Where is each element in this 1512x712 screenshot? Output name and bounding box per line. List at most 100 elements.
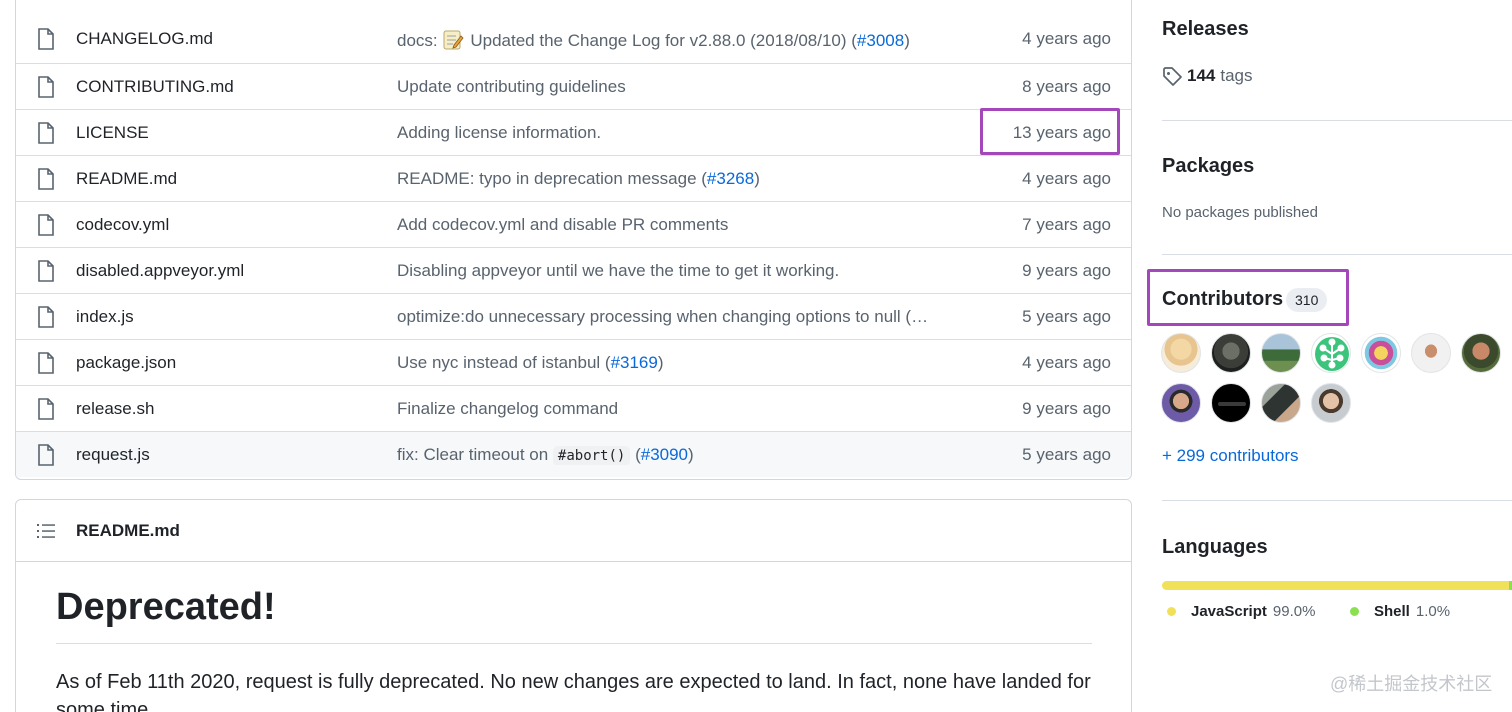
file-icon bbox=[38, 122, 54, 144]
table-row[interactable]: README.md README: typo in deprecation me… bbox=[16, 155, 1131, 201]
file-name[interactable]: codecov.yml bbox=[76, 215, 169, 235]
readme-heading: Deprecated! bbox=[56, 586, 276, 628]
avatar[interactable] bbox=[1211, 383, 1251, 423]
table-row[interactable]: release.sh Finalize changelog command 9 … bbox=[16, 385, 1131, 431]
contributors-title[interactable]: Contributors bbox=[1162, 288, 1283, 311]
network-logo-icon bbox=[1315, 337, 1349, 371]
language-item-shell[interactable]: Shell 1.0% bbox=[1350, 603, 1450, 620]
language-name: Shell bbox=[1374, 603, 1410, 620]
commit-message[interactable]: Disabling appveyor until we have the tim… bbox=[397, 261, 972, 281]
commit-message[interactable]: Adding license information. bbox=[397, 123, 972, 143]
file-name[interactable]: disabled.appveyor.yml bbox=[76, 261, 244, 281]
table-row[interactable]: codecov.yml Add codecov.yml and disable … bbox=[16, 201, 1131, 247]
commit-time: 4 years ago bbox=[1022, 29, 1111, 48]
table-row[interactable]: package.json Use nyc instead of istanbul… bbox=[16, 339, 1131, 385]
language-percent: 99.0% bbox=[1272, 603, 1316, 620]
file-name[interactable]: release.sh bbox=[76, 399, 154, 419]
pr-link[interactable]: #3169 bbox=[611, 353, 658, 372]
avatar[interactable] bbox=[1161, 383, 1201, 423]
readme-panel: README.md Deprecated! As of Feb 11th 202… bbox=[15, 499, 1132, 712]
language-bar bbox=[1162, 581, 1512, 590]
avatar[interactable] bbox=[1211, 333, 1251, 373]
commit-message[interactable]: README: typo in deprecation message (#32… bbox=[397, 169, 972, 189]
readme-title[interactable]: README.md bbox=[76, 521, 180, 541]
file-icon bbox=[38, 352, 54, 374]
commit-time: 9 years ago bbox=[1022, 398, 1111, 418]
language-item-javascript[interactable]: JavaScript 99.0% bbox=[1167, 603, 1315, 620]
more-contributors-link[interactable]: + 299 contributors bbox=[1162, 446, 1299, 466]
file-icon bbox=[38, 398, 54, 420]
commit-message[interactable]: fix: Clear timeout on #abort() (#3090) bbox=[397, 445, 972, 465]
languages-title: Languages bbox=[1162, 536, 1268, 558]
commit-message[interactable]: optimize:do unnecessary processing when … bbox=[397, 307, 972, 327]
language-bar-segment bbox=[1508, 581, 1512, 590]
language-bar-segment bbox=[1162, 581, 1509, 590]
packages-empty-text: No packages published bbox=[1162, 204, 1318, 221]
avatar[interactable] bbox=[1361, 333, 1401, 373]
avatar[interactable] bbox=[1411, 333, 1451, 373]
pr-link[interactable]: #3008 bbox=[857, 31, 904, 50]
table-row[interactable]: LICENSE Adding license information. 13 y… bbox=[16, 109, 1131, 155]
tags-link[interactable]: 144 tags bbox=[1162, 66, 1253, 86]
file-icon bbox=[38, 168, 54, 190]
tags-label: tags bbox=[1220, 66, 1253, 85]
commit-time: 4 years ago bbox=[1022, 352, 1111, 372]
tag-icon bbox=[1163, 67, 1182, 86]
releases-title[interactable]: Releases bbox=[1162, 18, 1249, 41]
avatar[interactable] bbox=[1261, 333, 1301, 373]
commit-message[interactable]: docs: Updated the Change Log for v2.88.0… bbox=[397, 28, 972, 51]
codex-logo-icon bbox=[1218, 402, 1246, 406]
file-icon bbox=[38, 214, 54, 236]
file-name[interactable]: CONTRIBUTING.md bbox=[76, 77, 234, 97]
commit-message[interactable]: Finalize changelog command bbox=[397, 399, 972, 419]
list-icon[interactable] bbox=[37, 523, 55, 539]
commit-message[interactable]: Use nyc instead of istanbul (#3169) bbox=[397, 353, 972, 373]
avatar[interactable] bbox=[1461, 333, 1501, 373]
commit-time: 9 years ago bbox=[1022, 260, 1111, 280]
tags-count: 144 bbox=[1187, 66, 1216, 85]
file-name[interactable]: package.json bbox=[76, 353, 176, 373]
file-icon bbox=[38, 28, 54, 50]
file-icon bbox=[38, 306, 54, 328]
commit-message[interactable]: Add codecov.yml and disable PR comments bbox=[397, 215, 972, 235]
file-name[interactable]: index.js bbox=[76, 307, 134, 327]
commit-time: 5 years ago bbox=[1022, 306, 1111, 326]
watermark: @稀土掘金技术社区 bbox=[1330, 674, 1493, 694]
table-row[interactable]: disabled.appveyor.yml Disabling appveyor… bbox=[16, 247, 1131, 293]
language-name: JavaScript bbox=[1191, 603, 1267, 620]
readme-paragraph: As of Feb 11th 2020, request is fully de… bbox=[56, 671, 1091, 712]
divider bbox=[1162, 254, 1512, 255]
contributors-count-badge: 310 bbox=[1286, 288, 1328, 312]
divider bbox=[1162, 120, 1512, 121]
readme-header: README.md bbox=[16, 500, 1131, 562]
pr-link[interactable]: #3268 bbox=[707, 169, 754, 188]
file-name[interactable]: request.js bbox=[76, 445, 150, 465]
commit-time: 4 years ago bbox=[1022, 168, 1111, 188]
language-dot bbox=[1167, 607, 1176, 616]
language-percent: 1.0% bbox=[1415, 603, 1451, 620]
avatar[interactable] bbox=[1161, 333, 1201, 373]
packages-title[interactable]: Packages bbox=[1162, 155, 1254, 178]
file-icon bbox=[38, 76, 54, 98]
commit-time: 7 years ago bbox=[1022, 214, 1111, 234]
table-row[interactable]: CHANGELOG.md docs: Updated the Change Lo… bbox=[16, 16, 1131, 62]
memo-emoji-icon bbox=[443, 30, 464, 49]
commit-time: 5 years ago bbox=[1022, 444, 1111, 464]
file-name[interactable]: LICENSE bbox=[76, 123, 149, 143]
commit-message[interactable]: Update contributing guidelines bbox=[397, 77, 972, 97]
commit-time: 8 years ago bbox=[1022, 76, 1111, 96]
inline-code: #abort() bbox=[552, 445, 631, 465]
file-name[interactable]: README.md bbox=[76, 169, 177, 189]
avatar[interactable] bbox=[1311, 383, 1351, 423]
commit-time: 13 years ago bbox=[1012, 122, 1111, 142]
file-name[interactable]: CHANGELOG.md bbox=[76, 29, 213, 49]
table-row[interactable]: request.js fix: Clear timeout on #abort(… bbox=[16, 431, 1131, 477]
avatar[interactable] bbox=[1311, 333, 1351, 373]
file-icon bbox=[38, 260, 54, 282]
table-row[interactable]: index.js optimize:do unnecessary process… bbox=[16, 293, 1131, 339]
table-row[interactable]: CONTRIBUTING.md Update contributing guid… bbox=[16, 63, 1131, 109]
pr-link[interactable]: #3090 bbox=[641, 445, 688, 464]
avatar[interactable] bbox=[1261, 383, 1301, 423]
divider bbox=[56, 643, 1092, 644]
file-icon bbox=[38, 444, 54, 466]
